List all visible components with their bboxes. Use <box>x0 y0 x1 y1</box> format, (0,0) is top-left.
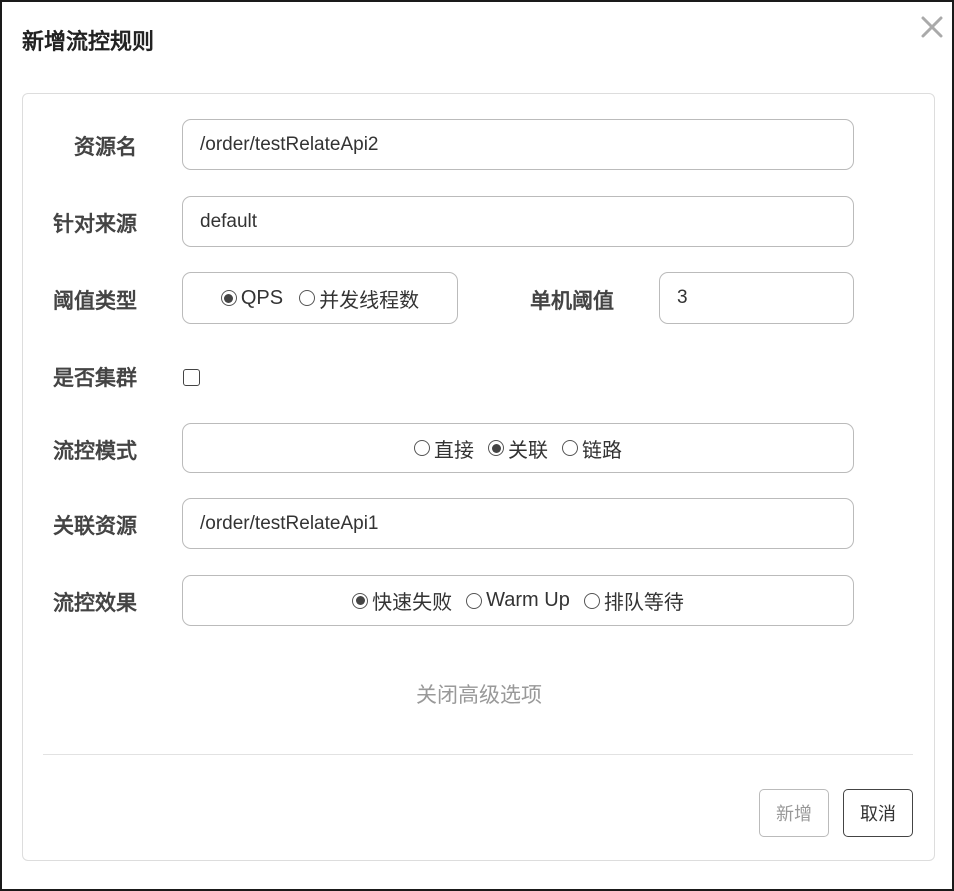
add-button[interactable]: 新增 <box>759 789 829 837</box>
strategy-radio-group: 直接 关联 链路 <box>182 423 854 473</box>
control-behavior-radio-group: 快速失败 Warm Up 排队等待 <box>182 575 854 626</box>
radio-checked-icon <box>488 440 504 456</box>
limit-app-label: 针对来源 <box>53 212 137 236</box>
grade-option-threads[interactable]: 并发线程数 <box>299 284 419 313</box>
radio-unchecked-icon <box>583 592 600 609</box>
behavior-option-warm-up[interactable]: Warm Up <box>466 589 570 612</box>
add-flow-rule-dialog: 新增流控规则 资源名 /order/testRelateApi2 针对来源 de… <box>0 0 954 891</box>
cluster-checkbox[interactable] <box>183 369 200 386</box>
strategy-label: 流控模式 <box>53 439 137 463</box>
footer-divider <box>43 754 913 755</box>
ref-resource-input[interactable]: /order/testRelateApi1 <box>182 498 854 549</box>
ref-resource-label: 关联资源 <box>53 514 137 538</box>
grade-option-qps[interactable]: QPS <box>220 287 283 310</box>
count-label: 单机阈值 <box>530 289 614 313</box>
toggle-advanced-link[interactable]: 关闭高级选项 <box>2 679 954 709</box>
radio-unchecked-icon <box>299 290 316 306</box>
count-input[interactable]: 3 <box>659 272 854 324</box>
grade-label: 阈值类型 <box>53 289 137 313</box>
strategy-option-relate[interactable]: 关联 <box>488 434 548 463</box>
dialog-title: 新增流控规则 <box>22 30 155 55</box>
cancel-button[interactable]: 取消 <box>843 789 913 837</box>
radio-checked-icon <box>220 290 237 306</box>
control-behavior-label: 流控效果 <box>53 591 137 615</box>
behavior-option-queue[interactable]: 排队等待 <box>583 586 684 615</box>
behavior-option-fast-fail[interactable]: 快速失败 <box>352 586 452 615</box>
radio-unchecked-icon <box>414 440 430 456</box>
radio-checked-icon <box>352 592 369 609</box>
resource-input[interactable]: /order/testRelateApi2 <box>182 119 854 170</box>
limit-app-input[interactable]: default <box>182 196 854 247</box>
cluster-label: 是否集群 <box>53 366 137 390</box>
radio-unchecked-icon <box>466 592 483 609</box>
radio-unchecked-icon <box>562 440 578 456</box>
resource-label: 资源名 <box>74 135 137 159</box>
strategy-option-chain[interactable]: 链路 <box>562 434 622 463</box>
grade-radio-group: QPS 并发线程数 <box>182 272 458 324</box>
strategy-option-direct[interactable]: 直接 <box>414 434 474 463</box>
close-icon[interactable] <box>919 14 945 40</box>
